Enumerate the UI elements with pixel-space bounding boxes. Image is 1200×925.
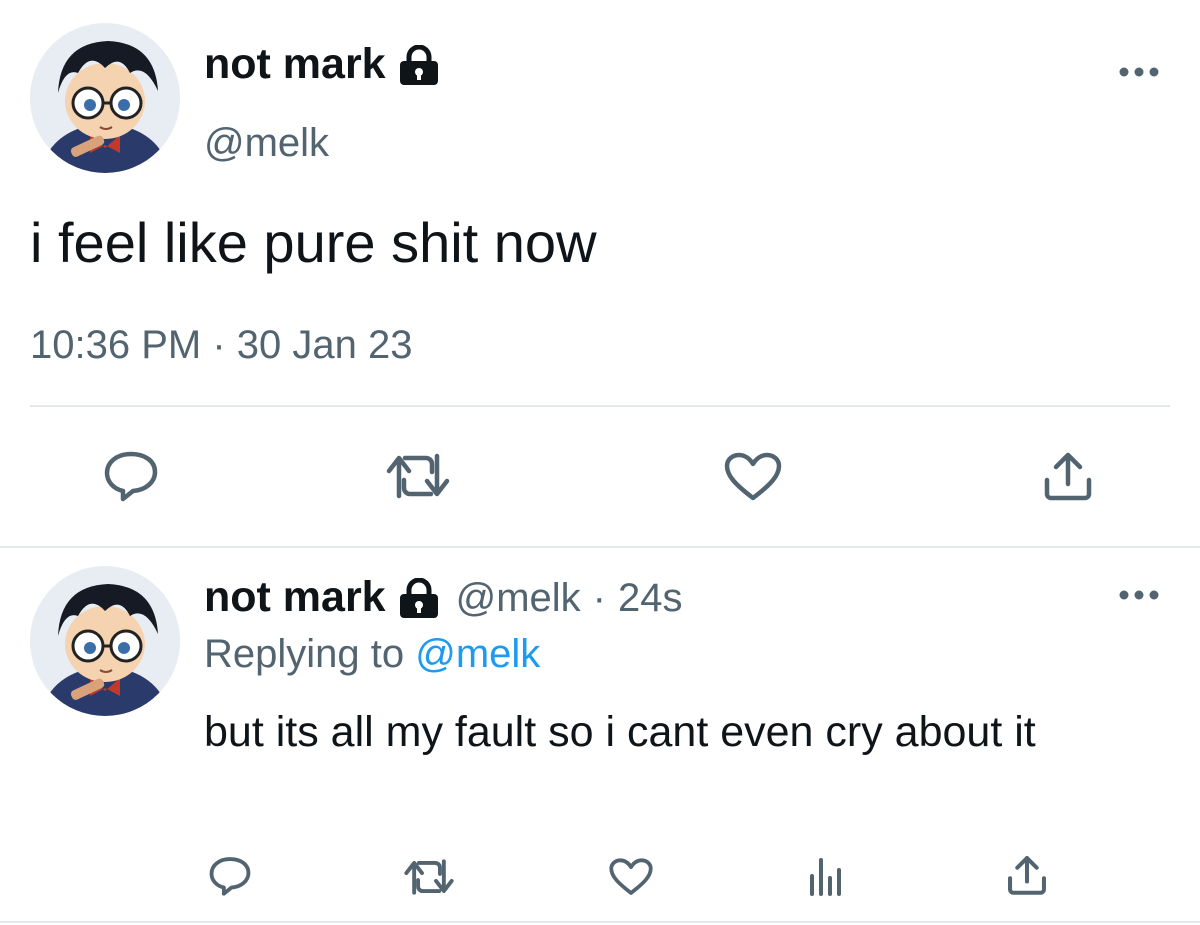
more-horizontal-icon[interactable] (1118, 65, 1160, 79)
reply-header-row: not mark @melk · 24s (204, 576, 683, 619)
author-handle[interactable]: @melk (456, 578, 581, 618)
author-name[interactable]: not mark (204, 43, 386, 86)
more-horizontal-icon[interactable] (1118, 588, 1160, 602)
author-avatar[interactable] (30, 23, 180, 173)
author-avatar[interactable] (30, 566, 180, 716)
bottom-separator (0, 921, 1200, 923)
tweet-age[interactable]: 24s (618, 578, 683, 618)
avatar-image (30, 23, 180, 173)
lock-icon (398, 577, 440, 618)
retweet-icon[interactable] (386, 452, 450, 500)
meta-separator: · (592, 575, 606, 620)
like-icon[interactable] (724, 452, 782, 502)
retweet-icon[interactable] (404, 858, 454, 896)
like-icon[interactable] (609, 858, 653, 896)
avatar-image (30, 566, 180, 716)
share-icon[interactable] (1042, 450, 1094, 502)
reply-icon[interactable] (103, 450, 159, 502)
lock-icon (398, 44, 440, 85)
reply-icon[interactable] (208, 856, 252, 896)
author-name[interactable]: not mark (204, 576, 386, 619)
author-handle[interactable]: @melk (204, 123, 329, 163)
divider (30, 405, 1170, 407)
replying-handle-link[interactable]: @melk (415, 632, 540, 676)
tweet-separator (0, 546, 1200, 548)
tweet-text: i feel like pure shit now (30, 211, 597, 274)
tweet-timestamp[interactable]: 10:36 PM · 30 Jan 23 (30, 325, 412, 365)
replying-to: Replying to @melk (204, 634, 540, 674)
author-name-row: not mark (204, 43, 440, 86)
tweet-text: but its all my fault so i cant even cry … (204, 708, 1036, 756)
share-icon[interactable] (1006, 854, 1048, 896)
replying-prefix: Replying to (204, 632, 405, 676)
analytics-icon[interactable] (806, 856, 846, 896)
